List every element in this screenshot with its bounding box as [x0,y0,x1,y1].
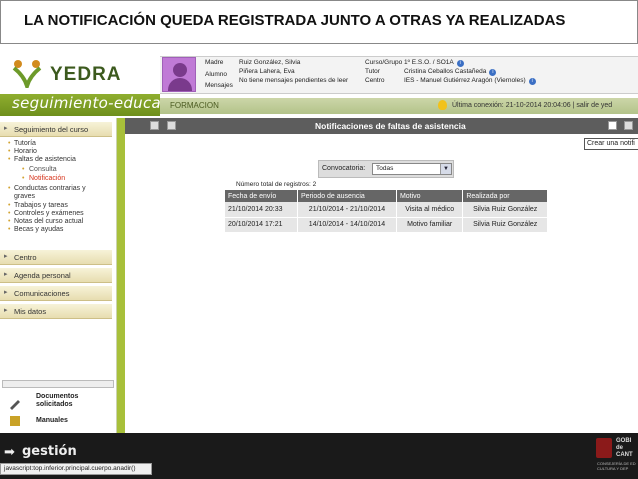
cell-periodo: 21/10/2014 - 21/10/2014 [297,202,397,218]
sidebar-item-controles[interactable]: Controles y exámenes [14,210,84,218]
bullet-icon: • [8,218,11,225]
bullet-icon: • [8,202,11,209]
user-name-madre: Ruiz González, Silvia [239,59,301,66]
cell-periodo: 14/10/2014 - 14/10/2014 [297,217,397,233]
bullet-icon: • [8,140,11,147]
sidebar-item-comunicaciones[interactable]: Comunicaciones [0,286,112,301]
info-icon[interactable]: i [456,60,464,67]
info-icon[interactable]: i [528,78,536,85]
table-header-row: Fecha de envío Periodo de ausencia Motiv… [225,190,548,202]
bullet-icon: • [8,156,11,163]
gestion-label[interactable]: gestión [22,444,77,459]
notifications-table: Fecha de envío Periodo de ausencia Motiv… [225,190,548,233]
bullet-icon: • [22,166,25,173]
sidebar-item-conductas-cont[interactable]: graves [14,193,35,201]
export-icon[interactable] [167,121,176,130]
brand-name: YEDRA [50,64,122,85]
cell-realizada: Silvia Ruiz González [462,217,548,233]
value-tutor: Cristina Ceballos Castañeda i [404,68,497,76]
table-row[interactable]: 20/10/2014 17:21 14/10/2014 - 14/10/2014… [225,217,548,233]
sidebar-item-seguimiento[interactable]: Seguimiento del curso [0,122,112,137]
sidebar-item-centro[interactable]: Centro [0,250,112,265]
sidebar-item-agenda[interactable]: Agenda personal [0,268,112,283]
avatar [162,57,196,92]
bullet-icon: • [8,148,11,155]
pen-icon [10,400,20,410]
context-label: FORMACION [170,101,219,110]
arrow-right-icon: ➡ [4,444,15,459]
splitter[interactable] [117,118,125,433]
col-periodo[interactable]: Periodo de ausencia [297,190,397,202]
value-curso-text: 1º E.S.O. / SO1A [404,59,454,66]
sidebar-item-notificacion[interactable]: Notificación [29,175,65,183]
col-realizada[interactable]: Realizada por [462,190,548,202]
print-icon[interactable] [150,121,159,130]
page-title: Notificaciones de faltas de asistencia [315,121,466,131]
government-subtitle: CONSEJERÍA DE ED CULTURA Y DEP [597,461,636,471]
value-centro-text: IES - Manuel Gutiérrez Aragón (Viernoles… [404,77,526,84]
value-curso: 1º E.S.O. / SO1A i [404,59,464,67]
bullet-icon: • [22,175,25,182]
role-alumno[interactable]: Alumno [205,71,227,79]
sidebar-item-tutoria[interactable]: Tutoría [14,140,36,148]
government-seal-icon [596,438,612,458]
tooltip: Crear una notifi [584,138,638,150]
cell-fecha: 21/10/2014 20:33 [225,202,298,218]
cell-realizada: Silvia Ruiz González [462,202,548,218]
col-motivo[interactable]: Motivo [396,190,464,202]
sidebar-item-becas[interactable]: Becas y ayudas [14,226,63,234]
bullet-icon: • [8,185,11,192]
label-curso: Curso/Grupo [365,59,403,66]
yedra-logo-icon [12,60,42,88]
info-icon[interactable]: i [489,69,497,76]
avatar-head-icon [173,63,187,77]
col-fecha[interactable]: Fecha de envío [225,190,298,202]
government-name: GOBI de CANT [616,438,633,458]
book-icon [10,416,20,426]
bullet-icon: • [8,226,11,233]
convocatoria-label: Convocatoria: [322,165,366,172]
sidebar-item-mis-datos[interactable]: Mis datos [0,304,112,319]
banner-title: LA NOTIFICACIÓN QUEDA REGISTRADA JUNTO A… [24,12,566,29]
avatar-body-icon [168,78,192,91]
role-mensajes[interactable]: Mensajes [205,82,233,90]
value-centro: IES - Manuel Gutiérrez Aragón (Viernoles… [404,77,536,85]
user-name-alumno: Piñera Lahera, Eva [239,68,295,75]
last-connection[interactable]: Última conexión: 21-10-2014 20:04:06 | s… [452,102,612,109]
sidebar-item-notas[interactable]: Notas del curso actual [14,218,83,226]
printer-icon[interactable] [624,121,633,130]
value-tutor-text: Cristina Ceballos Castañeda [404,68,487,75]
sidebar-item-consulta[interactable]: Consulta [29,166,57,174]
bullet-icon: • [8,210,11,217]
sidebar-scrollbar[interactable] [2,380,114,388]
label-centro: Centro [365,77,385,84]
record-count: Número total de registros: 2 [236,181,317,188]
messages-status: No tiene mensajes pendientes de leer [239,77,349,84]
status-bar: javascript:top.inferior.principal.cuerpo… [0,463,152,475]
manuales-link[interactable]: Manuales [36,417,68,424]
sidebar-item-conductas[interactable]: Conductas contrarias y [14,185,86,193]
lightbulb-icon[interactable] [438,100,447,110]
cell-motivo: Motivo familiar [396,217,464,233]
role-madre[interactable]: Madre [205,59,223,67]
table-row[interactable]: 21/10/2014 20:33 21/10/2014 - 21/10/2014… [225,202,548,218]
cell-motivo: Visita al médico [396,202,464,218]
docs-solicitados-link[interactable]: Documentos solicitados [36,393,78,409]
sidebar-item-horario[interactable]: Horario [14,148,37,156]
sidebar-item-trabajos[interactable]: Trabajos y tareas [14,202,68,210]
label-tutor: Tutor [365,68,380,75]
chevron-down-icon[interactable]: ▼ [440,164,451,174]
sidebar-item-faltas[interactable]: Faltas de asistencia [14,156,76,164]
new-document-icon[interactable] [608,121,617,130]
cell-fecha: 20/10/2014 17:21 [225,217,298,233]
